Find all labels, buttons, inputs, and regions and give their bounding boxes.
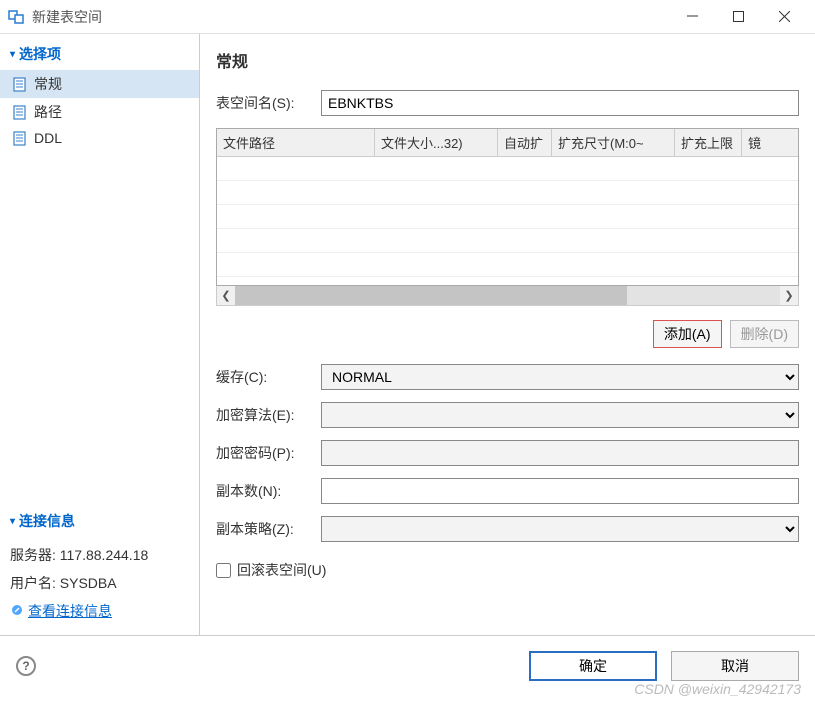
page-icon — [10, 76, 28, 92]
chevron-down-icon: ▾ — [10, 49, 15, 60]
replica-label: 副本数(N): — [216, 481, 321, 501]
user-info: 用户名: SYSDBA — [10, 569, 189, 597]
help-button[interactable]: ? — [16, 656, 36, 676]
close-button[interactable] — [761, 0, 807, 33]
policy-label: 副本策略(Z): — [216, 519, 321, 539]
tablespace-name-input[interactable] — [321, 90, 799, 116]
chevron-down-icon: ▾ — [10, 516, 15, 527]
enc-algo-label: 加密算法(E): — [216, 405, 321, 425]
sidebar-options-label: 选择项 — [19, 44, 61, 64]
sidebar-item-label: 路径 — [34, 102, 62, 122]
sidebar-options-header[interactable]: ▾ 选择项 — [0, 34, 199, 70]
add-button[interactable]: 添加(A) — [653, 320, 722, 348]
col-extendsize[interactable]: 扩充尺寸(M:0~ — [552, 129, 675, 157]
titlebar: 新建表空间 — [0, 0, 815, 34]
sidebar: ▾ 选择项 常规 路径 DDL ▾ 连接信息 服务器: 117.88.244.1… — [0, 34, 200, 635]
scroll-left-icon[interactable]: ❮ — [217, 289, 235, 302]
minimize-button[interactable] — [669, 0, 715, 33]
view-connection-link[interactable]: 查看连接信息 — [10, 601, 112, 621]
table-body[interactable] — [217, 157, 798, 285]
sidebar-item-ddl[interactable]: DDL — [0, 126, 199, 150]
col-filesize[interactable]: 文件大小...32) — [375, 129, 498, 157]
col-maxsize[interactable]: 扩充上限 — [675, 129, 742, 157]
policy-select[interactable] — [321, 516, 799, 542]
col-autoextend[interactable]: 自动扩 — [498, 129, 552, 157]
col-mirror[interactable]: 镜 — [742, 129, 798, 157]
cache-select[interactable]: NORMAL — [321, 364, 799, 390]
sidebar-item-general[interactable]: 常规 — [0, 70, 199, 98]
rollback-label: 回滚表空间(U) — [237, 560, 326, 580]
window-title: 新建表空间 — [32, 7, 669, 27]
app-icon — [8, 8, 26, 26]
view-connection-label: 查看连接信息 — [28, 601, 112, 621]
sidebar-conn-label: 连接信息 — [19, 511, 75, 531]
horizontal-scrollbar[interactable]: ❮ ❯ — [216, 286, 799, 306]
sidebar-item-path[interactable]: 路径 — [0, 98, 199, 126]
window-controls — [669, 0, 807, 33]
enc-pwd-input[interactable] — [321, 440, 799, 466]
delete-button: 删除(D) — [730, 320, 799, 348]
footer: ? 确定 取消 — [0, 635, 815, 695]
page-title: 常规 — [216, 48, 799, 72]
link-icon — [10, 603, 24, 620]
rollback-checkbox[interactable] — [216, 563, 231, 578]
page-icon — [10, 130, 28, 146]
server-info: 服务器: 117.88.244.18 — [10, 541, 189, 569]
page-icon — [10, 104, 28, 120]
replica-input[interactable] — [321, 478, 799, 504]
content-panel: 常规 表空间名(S): 文件路径 文件大小...32) 自动扩 扩充尺寸(M:0… — [200, 34, 815, 635]
files-table: 文件路径 文件大小...32) 自动扩 扩充尺寸(M:0~ 扩充上限 镜 — [216, 128, 799, 286]
enc-algo-select[interactable] — [321, 402, 799, 428]
col-filepath[interactable]: 文件路径 — [217, 129, 375, 157]
sidebar-item-label: DDL — [34, 130, 62, 146]
tablespace-name-label: 表空间名(S): — [216, 93, 321, 113]
scroll-right-icon[interactable]: ❯ — [780, 289, 798, 302]
ok-button[interactable]: 确定 — [529, 651, 657, 681]
sidebar-conn-header[interactable]: ▾ 连接信息 — [0, 501, 199, 537]
sidebar-item-label: 常规 — [34, 74, 62, 94]
maximize-button[interactable] — [715, 0, 761, 33]
enc-pwd-label: 加密密码(P): — [216, 443, 321, 463]
cache-label: 缓存(C): — [216, 367, 321, 387]
cancel-button[interactable]: 取消 — [671, 651, 799, 681]
